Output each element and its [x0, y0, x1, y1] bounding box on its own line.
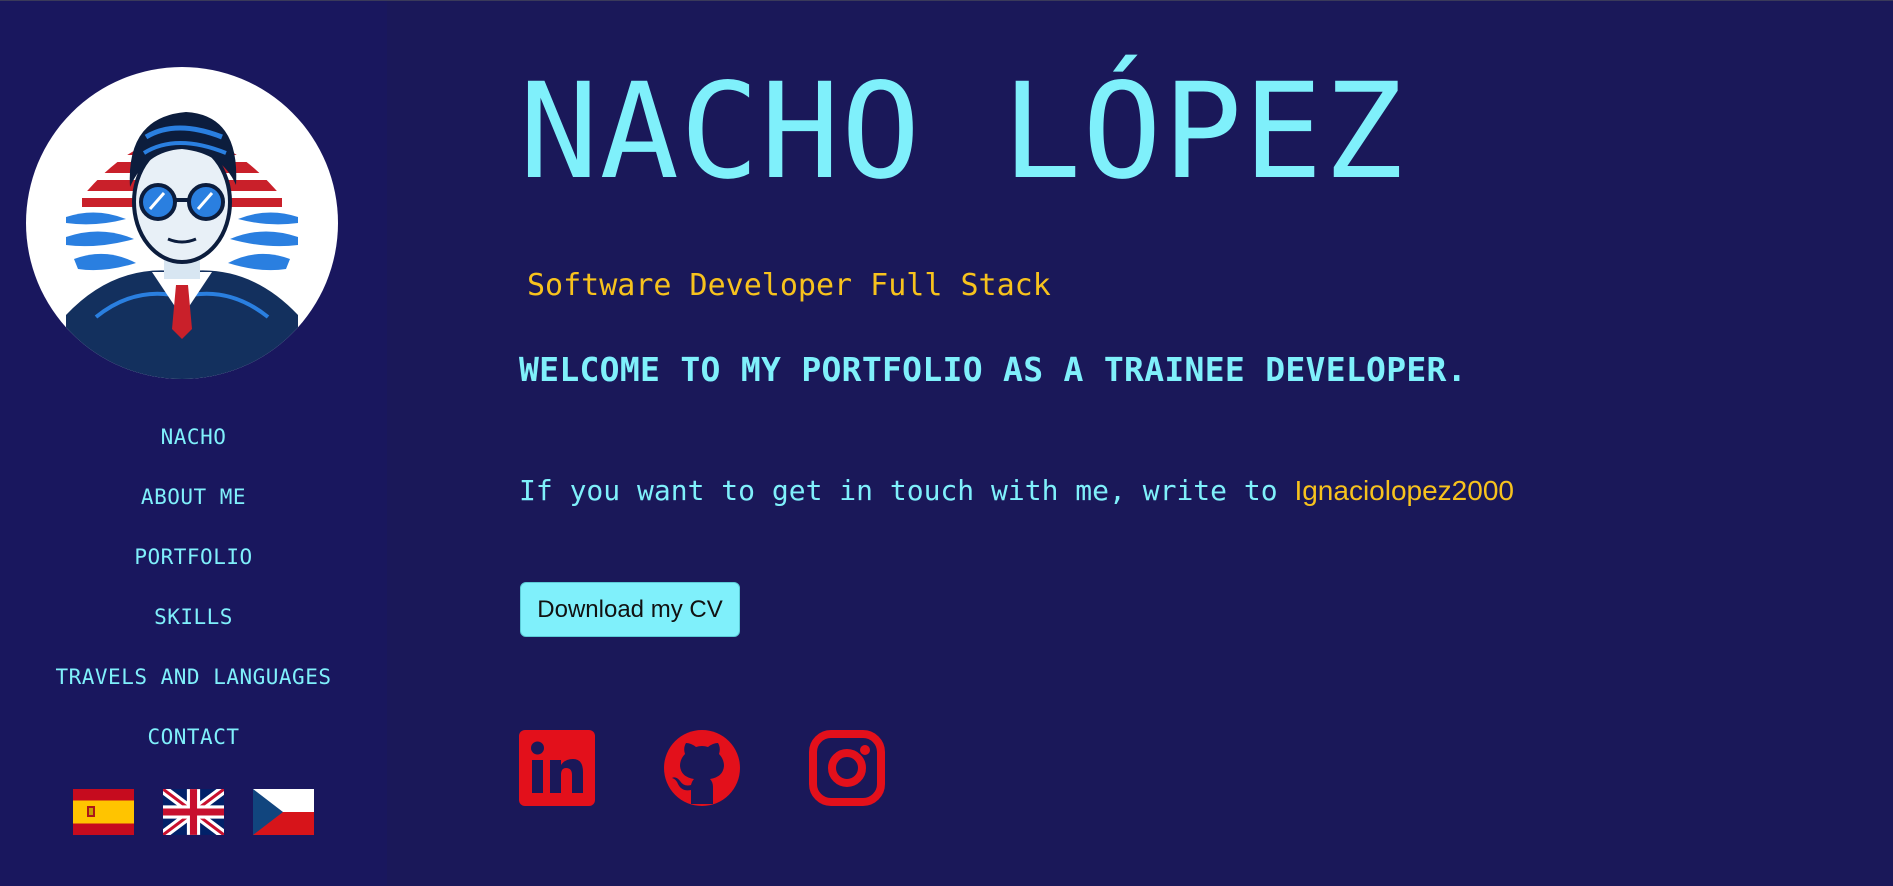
language-flags	[73, 789, 314, 835]
nav-link-skills[interactable]: SKILLS	[154, 594, 233, 640]
contact-email-link[interactable]: Ignaciolopez2000	[1294, 475, 1514, 506]
nav-item-portfolio: PORTFOLIO	[0, 534, 387, 594]
uk-flag-icon[interactable]	[163, 789, 224, 835]
linkedin-link[interactable]	[519, 730, 595, 806]
download-cv-button[interactable]: Download my CV	[520, 582, 740, 637]
nav-link-travels-and-languages[interactable]: TRAVELS AND LANGUAGES	[55, 654, 331, 700]
czech-flag-icon[interactable]	[253, 789, 314, 835]
nav-item-about-me: ABOUT ME	[0, 474, 387, 534]
nav-link-about-me[interactable]: ABOUT ME	[141, 474, 246, 520]
nav-item-nacho: NACHO	[0, 414, 387, 474]
hero-subtitle: Software Developer Full Stack	[527, 268, 1051, 303]
sidebar-nav: NACHO ABOUT ME PORTFOLIO SKILLS TRAVELS …	[0, 414, 387, 774]
nav-item-skills: SKILLS	[0, 594, 387, 654]
hero-name: NACHO LÓPEZ	[519, 55, 1405, 209]
github-icon	[664, 730, 740, 806]
main-content: NACHO LÓPEZ Software Developer Full Stac…	[387, 1, 1893, 886]
nav-link-portfolio[interactable]: PORTFOLIO	[134, 534, 252, 580]
social-links	[519, 730, 885, 806]
avatar-illustration	[66, 112, 298, 379]
welcome-heading: WELCOME TO MY PORTFOLIO AS A TRAINEE DEV…	[519, 350, 1467, 389]
nav-item-contact: CONTACT	[0, 714, 387, 774]
instagram-link[interactable]	[809, 730, 885, 806]
nav-link-nacho[interactable]: NACHO	[161, 414, 227, 460]
spain-flag-icon[interactable]	[73, 789, 134, 835]
sidebar: NACHO ABOUT ME PORTFOLIO SKILLS TRAVELS …	[0, 1, 387, 886]
github-link[interactable]	[664, 730, 740, 806]
nav-link-contact[interactable]: CONTACT	[147, 714, 239, 760]
contact-prefix: If you want to get in touch with me, wri…	[519, 474, 1295, 507]
page: NACHO ABOUT ME PORTFOLIO SKILLS TRAVELS …	[0, 0, 1893, 886]
instagram-icon	[809, 730, 885, 806]
contact-line: If you want to get in touch with me, wri…	[519, 471, 1514, 511]
linkedin-icon	[519, 730, 595, 806]
avatar	[26, 67, 338, 379]
nav-item-travels: TRAVELS AND LANGUAGES	[0, 654, 387, 714]
